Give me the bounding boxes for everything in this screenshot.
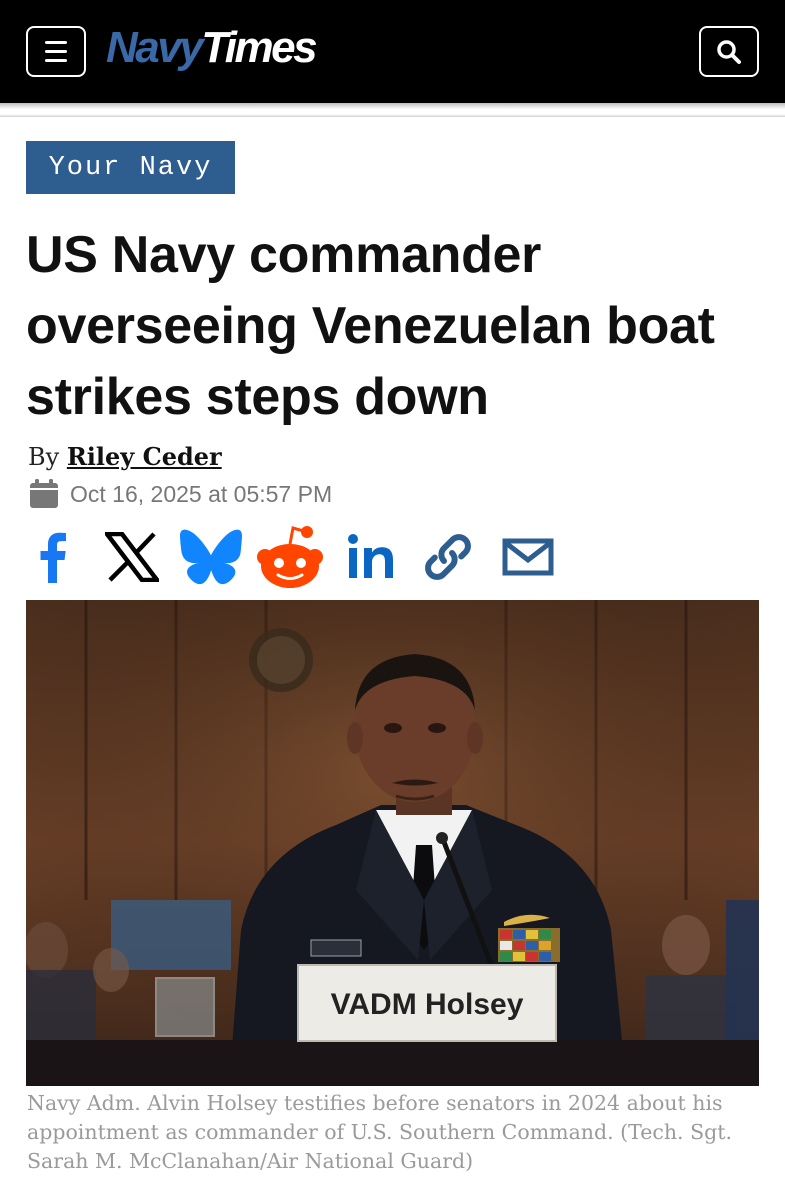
menu-button[interactable] — [26, 26, 86, 77]
publish-date: Oct 16, 2025 at 05:57 PM — [28, 478, 332, 510]
share-linkedin-button[interactable] — [346, 522, 396, 592]
share-x-button[interactable] — [102, 522, 162, 592]
publish-date-text: Oct 16, 2025 at 05:57 PM — [70, 480, 333, 507]
logo-navy: Navy — [106, 23, 204, 72]
logo-times: Times — [201, 23, 317, 72]
hamburger-menu-icon — [45, 41, 67, 44]
article-headline: US Navy commander overseeing Venezuelan … — [26, 226, 715, 426]
email-icon — [502, 538, 554, 576]
site-logo[interactable]: NavyTimes — [106, 22, 318, 74]
author-link[interactable]: Riley Ceder — [67, 442, 222, 471]
share-copy-link-button[interactable] — [418, 522, 478, 592]
hamburger-menu-icon-bar — [45, 50, 67, 53]
header-divider — [0, 103, 785, 117]
x-icon — [105, 532, 159, 582]
share-facebook-button[interactable] — [32, 522, 74, 592]
share-bar — [26, 522, 586, 592]
reddit-icon — [257, 526, 323, 588]
article-photo[interactable]: VADM Holsey — [26, 600, 759, 1086]
share-reddit-button[interactable] — [252, 522, 328, 592]
share-bluesky-button[interactable] — [178, 522, 244, 592]
share-email-button[interactable] — [500, 522, 556, 592]
hamburger-menu-icon-bar — [45, 59, 67, 62]
facebook-icon — [40, 532, 66, 583]
linkedin-icon — [348, 534, 393, 578]
photo-caption: Navy Adm. Alvin Holsey testifies before … — [27, 1091, 733, 1173]
byline-prefix: By — [28, 443, 60, 471]
article-photo-illustration: VADM Holsey — [26, 600, 759, 1086]
byline: By Riley Ceder — [28, 442, 222, 471]
bluesky-icon — [180, 529, 242, 585]
search-button[interactable] — [699, 26, 759, 77]
nameplate-text: VADM Holsey — [331, 988, 524, 1021]
calendar-icon — [30, 479, 58, 508]
search-icon — [717, 39, 741, 64]
section-tag-your-navy[interactable]: Your Navy — [26, 141, 235, 194]
site-header: NavyTimes — [0, 0, 785, 103]
link-icon — [425, 534, 471, 580]
